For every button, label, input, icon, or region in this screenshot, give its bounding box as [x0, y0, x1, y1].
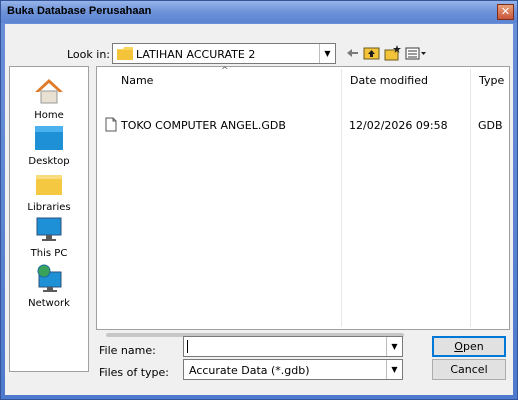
view-menu-icon[interactable] — [405, 44, 427, 62]
dialog-window: Buka Database Perusahaan ✕ Look in: LATI… — [0, 0, 518, 400]
files-of-type-select[interactable]: Accurate Data (*.gdb) ▼ — [183, 359, 403, 380]
open-mnemonic: O — [454, 340, 463, 353]
files-of-type-label: Files of type: — [99, 366, 170, 379]
column-divider[interactable] — [341, 69, 342, 327]
chevron-down-icon[interactable]: ▼ — [386, 337, 402, 356]
file-type: GDB Fi — [478, 119, 506, 132]
this-pc-icon — [36, 217, 62, 241]
column-header-name[interactable]: Name — [121, 74, 153, 87]
files-of-type-value: Accurate Data (*.gdb) — [189, 364, 310, 377]
place-this-pc[interactable]: This PC — [10, 217, 88, 259]
column-header-type[interactable]: Type — [479, 74, 504, 87]
file-name-input[interactable] — [186, 339, 366, 354]
sort-ascending-icon: ^ — [221, 66, 229, 76]
folder-icon — [117, 47, 133, 60]
new-folder-icon[interactable] — [384, 44, 402, 62]
file-name: TOKO COMPUTER ANGEL.GDB — [121, 119, 286, 132]
place-libraries[interactable]: Libraries — [10, 173, 88, 213]
title-bar[interactable]: Buka Database Perusahaan ✕ — [1, 1, 517, 23]
place-label: Libraries — [27, 202, 71, 213]
place-desktop[interactable]: Desktop — [10, 125, 88, 167]
network-icon — [37, 264, 62, 292]
back-arrow-icon[interactable] — [345, 44, 359, 62]
place-label: This PC — [30, 248, 68, 259]
file-name-combo[interactable]: ▼ — [183, 336, 403, 357]
document-icon — [105, 117, 117, 132]
look-in-label: Look in: — [67, 48, 110, 61]
cancel-button[interactable]: Cancel — [432, 359, 506, 380]
dialog-body: Look in: LATIHAN ACCURATE 2 ▼ Home Deskt… — [5, 24, 513, 395]
file-row[interactable]: TOKO COMPUTER ANGEL.GDB 12/02/2026 09:58… — [103, 117, 506, 133]
places-bar: Home Desktop Libraries This PC Network — [9, 66, 89, 372]
place-network[interactable]: Network — [10, 263, 88, 309]
libraries-icon — [36, 175, 62, 195]
file-list[interactable]: ^ Name Date modified Type TOKO COMPUTER … — [96, 66, 510, 330]
place-label: Network — [28, 298, 70, 309]
look-in-combo[interactable]: LATIHAN ACCURATE 2 ▼ — [112, 43, 336, 64]
open-label: pen — [462, 340, 484, 353]
open-button[interactable]: Open — [432, 336, 506, 357]
look-in-value: LATIHAN ACCURATE 2 — [136, 48, 256, 61]
column-divider[interactable] — [470, 69, 471, 327]
up-folder-icon[interactable] — [363, 44, 380, 62]
place-label: Desktop — [28, 156, 70, 167]
desktop-icon — [35, 126, 63, 150]
dialog-title: Buka Database Perusahaan — [7, 5, 152, 17]
chevron-down-icon[interactable]: ▼ — [386, 360, 402, 379]
place-home[interactable]: Home — [10, 77, 88, 121]
chevron-down-icon[interactable]: ▼ — [319, 44, 335, 63]
column-header-date[interactable]: Date modified — [350, 74, 428, 87]
home-icon — [35, 79, 63, 104]
place-label: Home — [34, 110, 64, 121]
file-date: 12/02/2026 09:58 — [349, 119, 448, 132]
close-button[interactable]: ✕ — [497, 4, 514, 20]
file-name-label: File name: — [99, 344, 156, 357]
